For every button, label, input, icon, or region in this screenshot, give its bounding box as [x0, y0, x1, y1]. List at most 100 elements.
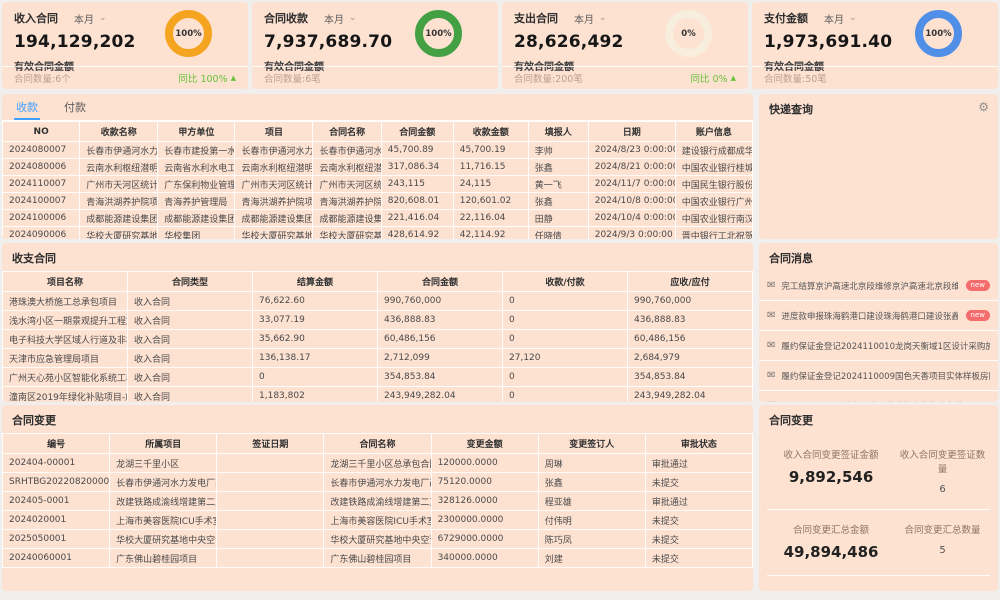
table-cell: 云南水利枢纽潜明水库一期工 — [235, 159, 313, 176]
period-dropdown[interactable]: 本月⌄ — [74, 11, 107, 26]
table-cell: 990,760,000 — [628, 292, 753, 311]
table-cell: 长春市伊通河水力发电厂改建 — [80, 142, 158, 159]
table-cell: 202405-0001 — [3, 492, 110, 511]
table-cell: 328126.0000 — [431, 492, 538, 511]
progress-ring: 0% — [665, 10, 712, 57]
table-row[interactable]: 202404-00001龙湖三千里小区龙湖三千里小区总承包合同120000.00… — [3, 454, 753, 473]
table-row[interactable]: 潼南区2019年绿化补贴项目-施工2标段收入合同1,183,802243,949… — [3, 387, 753, 403]
gear-icon[interactable]: ⚙ — [978, 101, 989, 113]
table-cell: 2024/10/4 0:00:00 — [588, 210, 675, 227]
chevron-down-icon: ⌄ — [849, 15, 857, 21]
table-row[interactable]: 2024020001上海市美容医院ICU手术室净化工程上海市美容医院ICU手术室… — [3, 511, 753, 530]
table-cell: 2024080006 — [3, 159, 80, 176]
table-cell: 青海洪湖养护院项目 — [313, 193, 381, 210]
column-header: 合同名称 — [313, 122, 381, 142]
table-row[interactable]: 广州天心苑小区智能化系统工程收入合同0354,853.840354,853.84 — [3, 368, 753, 387]
table-cell: 33,077.19 — [253, 311, 378, 330]
dashboard: 收入合同 本月⌄ 194,129,202 有效合同金额 100% 合同数量:6个… — [0, 0, 1000, 593]
table-row[interactable]: 2024090006华校大厦研究基地中央空调系华校集团华校大厦研究基地中央空调系… — [3, 227, 753, 240]
table-cell: 2024090006 — [3, 227, 80, 240]
table-cell: 340000.0000 — [431, 549, 538, 568]
table-cell: 中国农业银行南汉路支行 — [675, 210, 752, 227]
table-cell: 付伟明 — [538, 511, 645, 530]
table-cell: 云南省水利水电工程有限公司 — [158, 159, 235, 176]
table-cell: 2024/11/7 0:00:00 — [588, 176, 675, 193]
table-cell: 未提交 — [645, 473, 752, 492]
messages-panel: 合同消息 ✉ 完工结算京沪高速北京段维修京沪高速北京段维修李华 new ✉ 进度… — [759, 243, 998, 402]
table-cell: 华校大厦研究基地中央空调系 — [235, 227, 313, 240]
table-cell: 长春市建投第一水利水电建设 — [158, 142, 235, 159]
table-cell: 陈巧凤 — [538, 530, 645, 549]
column-header: 收款金额 — [453, 122, 528, 142]
table-cell: 华校大厦研究基地中央空调系 — [80, 227, 158, 240]
table-cell: 刘建 — [538, 549, 645, 568]
card-title: 支出合同 — [514, 10, 558, 26]
progress-ring: 100% — [915, 10, 962, 57]
changes-panel: 合同变更 编号所属项目签证日期合同名称变更金额变更签订人审批状态202404-0… — [2, 405, 753, 591]
table-row[interactable]: 202405-0001改建铁路成渝线增建第二直通线（成渝枢改建铁路成渝线增建第二… — [3, 492, 753, 511]
table-cell: 华校大厦研究基地中央空调系统工程 — [110, 530, 217, 549]
message-item[interactable]: ✉ 履约保证金登记2024110009国色天香项目实体样板房区域园建工程张鑫20… — [759, 361, 998, 391]
table-cell: 港珠澳大桥施工总承包项目 — [3, 292, 128, 311]
table-cell: 审批通过 — [645, 492, 752, 511]
envelope-icon: ✉ — [767, 280, 775, 291]
table-row[interactable]: 2024080006云南水利枢纽潜明水库一期工云南省水利水电工程有限公司云南水利… — [3, 159, 753, 176]
message-item[interactable]: ✉ 完工结算京沪高速北京段维修京沪高速北京段维修李华 new — [759, 271, 998, 301]
period-dropdown[interactable]: 本月⌄ — [574, 11, 607, 26]
table-cell: 任晓倩 — [528, 227, 588, 240]
table-row[interactable]: 电子科技大学区域人行道及非机动车道工程施工收入合同35,662.9060,486… — [3, 330, 753, 349]
receipts-table: NO收款名称甲方单位项目合同名称合同金额收款金额填报人日期账户信息2024080… — [2, 121, 753, 239]
stat-label: 合同变更汇总数量 — [895, 522, 990, 536]
table-row[interactable]: 天津市应急管理局项目收入合同136,138.172,712,09927,1202… — [3, 349, 753, 368]
table-cell: 收入合同 — [128, 311, 253, 330]
table-cell: 广东保利物业管理股份有限公 — [158, 176, 235, 193]
stat-income-change-amount: 收入合同变更签证金额 9,892,546 — [767, 447, 895, 495]
card-title: 收入合同 — [14, 10, 58, 26]
column-header: 合同类型 — [128, 272, 253, 292]
column-header: 收款/付款 — [503, 272, 628, 292]
tab-shoukuan[interactable]: 收款 — [16, 94, 38, 120]
column-header: 日期 — [588, 122, 675, 142]
table-cell: 243,949,282.04 — [628, 387, 753, 403]
table-row[interactable]: 2025050001华校大厦研究基地中央空调系统工程华校大厦研究基地中央空调系统… — [3, 530, 753, 549]
table-cell: 田静 — [528, 210, 588, 227]
table-cell: 6729000.0000 — [431, 530, 538, 549]
table-cell: 11,716.15 — [453, 159, 528, 176]
table-cell: 42,114.92 — [453, 227, 528, 240]
table-cell: 未提交 — [645, 549, 752, 568]
table-cell: 龙湖三千里小区 — [110, 454, 217, 473]
stat-label: 收入合同变更签证数量 — [895, 447, 990, 475]
column-header: 结算金额 — [253, 272, 378, 292]
message-item[interactable]: ✉ 履约保证金登记2024110010龙岗天衡域1区设计采购施工（EPC）总承包… — [759, 331, 998, 361]
period-dropdown[interactable]: 本月⌄ — [824, 11, 857, 26]
table-row[interactable]: 2024100006成都能源建设集团投资有限公成都能源建设集团投资有限公成都能源… — [3, 210, 753, 227]
table-row[interactable]: 2024080007长春市伊通河水力发电厂改建长春市建投第一水利水电建设长春市伊… — [3, 142, 753, 159]
panel-title: 快递查询 — [759, 94, 998, 122]
table-row[interactable]: 2024100007青海洪湖养护院项目工程款青海养护管理局青海洪湖养护院项目青海… — [3, 193, 753, 210]
table-cell: 华校集团 — [158, 227, 235, 240]
tab-fukuan[interactable]: 付款 — [64, 94, 86, 120]
period-dropdown[interactable]: 本月⌄ — [324, 11, 357, 26]
table-row[interactable]: 浅水湾小区一期景观提升工程施工收入合同33,077.19436,888.8304… — [3, 311, 753, 330]
table-cell: 243,115 — [381, 176, 453, 193]
message-item[interactable]: ✉ 2024110006履约保证金回收成都水岸华庭名苑项目一标段成都城市管理局2… — [759, 391, 998, 402]
table-cell: 长春市伊通河水力发电厂改建 — [235, 142, 313, 159]
table-cell: 22,116.04 — [453, 210, 528, 227]
table-cell: 221,416.04 — [381, 210, 453, 227]
table-row[interactable]: 港珠澳大桥施工总承包项目收入合同76,622.60990,760,0000990… — [3, 292, 753, 311]
table-row[interactable]: 20240060001广东佛山碧桂园项目广东佛山碧桂园项目340000.0000… — [3, 549, 753, 568]
table-cell — [217, 473, 324, 492]
table-row[interactable]: 2024110007广州市天河区统计局机房改造广东保利物业管理股份有限公广州市天… — [3, 176, 753, 193]
table-cell: 长春市伊通河水力发电厂改建工程合同 — [324, 473, 431, 492]
column-header: 变更金额 — [431, 434, 538, 454]
table-cell — [217, 511, 324, 530]
yoy-trend: 同比 0%▲ — [691, 71, 736, 85]
stat-value: 9,892,546 — [767, 468, 895, 486]
table-row[interactable]: SRHTBG202208200001长春市伊通河水力发电厂改建工程长春市伊通河水… — [3, 473, 753, 492]
table-cell: 张鑫 — [528, 193, 588, 210]
card-title: 支付金额 — [764, 10, 808, 26]
table-cell: 青海洪湖养护院项目工程款 — [80, 193, 158, 210]
panel-title: 合同消息 — [759, 243, 998, 271]
message-item[interactable]: ✉ 进度款申报珠海鹤港口建设珠海鹤港口建设张鑫 new — [759, 301, 998, 331]
table-cell: 317,086.34 — [381, 159, 453, 176]
